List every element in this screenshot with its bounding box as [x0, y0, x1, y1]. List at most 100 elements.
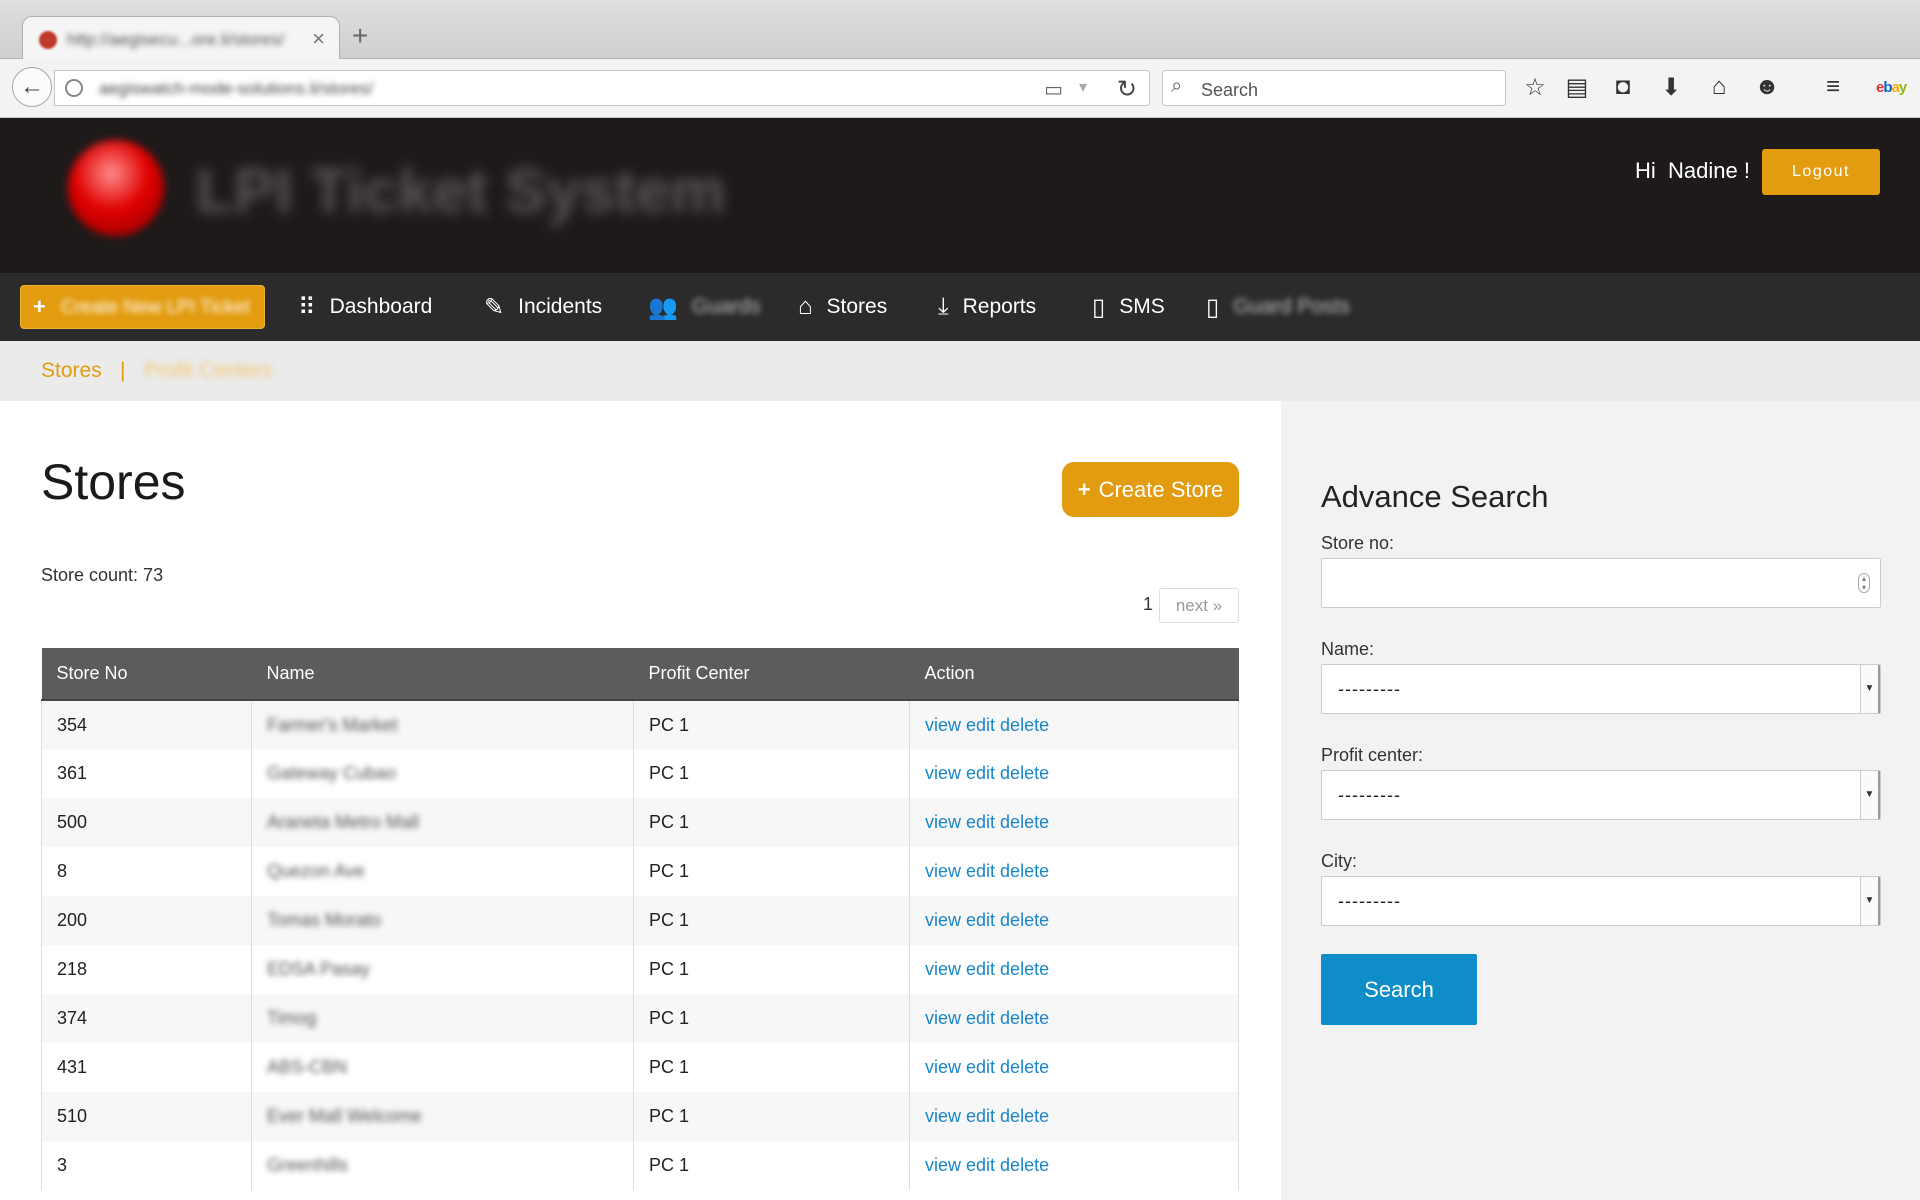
store-no-input[interactable]: ▴ ▾: [1321, 558, 1881, 608]
reader-view-icon[interactable]: ▭: [1044, 77, 1063, 102]
view-link[interactable]: view: [925, 1106, 961, 1126]
menu-item-stores[interactable]: ⌂ Stores: [798, 273, 887, 341]
edit-link[interactable]: edit: [966, 910, 995, 930]
create-store-button[interactable]: + Create Store: [1062, 462, 1239, 517]
browser-search-input[interactable]: ⌕ Search: [1162, 70, 1506, 106]
edit-link[interactable]: edit: [966, 959, 995, 979]
edit-link[interactable]: edit: [966, 1106, 995, 1126]
edit-link[interactable]: edit: [966, 861, 995, 881]
store-no-cell-text: 3: [57, 1155, 68, 1175]
store-no-cell-text: 500: [57, 812, 88, 832]
profit-center-cell: PC 1: [633, 1092, 910, 1141]
store-name-cell-text: EDSA Pasay: [267, 959, 371, 979]
stores-table: Store No Name Profit Center Action 354 Fa…: [41, 648, 1239, 1190]
profit-center-cell: PC 1: [633, 798, 910, 847]
view-link[interactable]: view: [925, 861, 961, 881]
close-tab-icon[interactable]: ×: [312, 26, 325, 52]
menu-item-sms[interactable]: ▯ SMS: [1092, 273, 1165, 341]
delete-link[interactable]: delete: [1000, 812, 1049, 832]
browser-navbar: ← aegiswatch-mode-solutions.li/stores/ ▭…: [0, 59, 1920, 118]
greeting-hi: Hi: [1635, 158, 1656, 183]
menu-item-dashboard[interactable]: ⠿ Dashboard: [298, 273, 432, 341]
table-row: 218 EDSA Pasay PC 1 view edit delete: [41, 945, 1239, 994]
edit-link[interactable]: edit: [966, 715, 995, 735]
chevron-down-icon[interactable]: ▾: [1079, 77, 1087, 97]
store-no-label: Store no:: [1321, 533, 1395, 553]
spinner-icon[interactable]: ▴ ▾: [1858, 573, 1870, 593]
pager-current-page[interactable]: 1: [1143, 594, 1153, 615]
chevron-down-icon: ▼: [1860, 771, 1880, 819]
column-header-name[interactable]: Name: [251, 648, 634, 701]
table-row: 3 Greenhills PC 1 view edit delete: [41, 1141, 1239, 1190]
column-header-store-no[interactable]: Store No: [41, 648, 252, 701]
logout-button[interactable]: Logout: [1762, 149, 1880, 195]
chat-icon[interactable]: ☻: [1752, 73, 1782, 101]
home-icon[interactable]: ⌂: [1704, 73, 1734, 101]
download-icon[interactable]: ⬇: [1656, 73, 1686, 102]
search-button[interactable]: Search: [1321, 954, 1477, 1025]
back-arrow-icon[interactable]: ←: [12, 67, 52, 107]
bookmark-star-icon[interactable]: ☆: [1520, 73, 1550, 102]
reload-icon[interactable]: ↻: [1117, 75, 1137, 104]
column-header-profit-center[interactable]: Profit Center: [633, 648, 910, 701]
store-no-cell-text: 200: [57, 910, 88, 930]
ebay-icon[interactable]: ebay: [1876, 79, 1907, 96]
delete-link[interactable]: delete: [1000, 715, 1049, 735]
edit-link[interactable]: edit: [966, 1155, 995, 1175]
menu-label: Dashboard: [329, 295, 433, 318]
edit-icon: ✎: [484, 293, 505, 321]
new-tab-icon[interactable]: +: [352, 20, 368, 52]
profit-center-cell-text: PC 1: [649, 1155, 690, 1175]
action-cell: view edit delete: [909, 896, 1239, 945]
breadcrumb-profit-centers[interactable]: Profit Centers: [144, 359, 272, 383]
profit-center-cell: PC 1: [633, 994, 910, 1043]
menu-item-reports[interactable]: ⤓ Reports: [938, 273, 1036, 341]
view-link[interactable]: view: [925, 910, 961, 930]
search-placeholder: Search: [1201, 80, 1259, 100]
edit-link[interactable]: edit: [966, 812, 995, 832]
profit-center-select[interactable]: --------- ▼: [1321, 770, 1881, 820]
url-bar[interactable]: aegiswatch-mode-solutions.li/stores/ ▭ ▾…: [54, 70, 1150, 106]
bookmarks-list-icon[interactable]: ▤: [1562, 73, 1592, 102]
favicon-icon: [39, 31, 57, 49]
delete-link[interactable]: delete: [1000, 1008, 1049, 1028]
delete-link[interactable]: delete: [1000, 763, 1049, 783]
menu-item-guard-posts[interactable]: ▯ Guard Posts: [1206, 273, 1350, 341]
edit-link[interactable]: edit: [966, 763, 995, 783]
breadcrumb-stores[interactable]: Stores: [41, 359, 102, 383]
menu-item-guards[interactable]: 👥 Guards: [648, 273, 761, 341]
view-link[interactable]: view: [925, 812, 961, 832]
hamburger-menu-icon[interactable]: ≡: [1818, 73, 1848, 101]
pager-next-button[interactable]: next »: [1159, 588, 1239, 623]
profit-center-cell: PC 1: [633, 847, 910, 896]
action-cell: view edit delete: [909, 1141, 1239, 1190]
logo-text: LPI Ticket System: [196, 157, 726, 226]
edit-link[interactable]: edit: [966, 1057, 995, 1077]
view-link[interactable]: view: [925, 715, 961, 735]
view-link[interactable]: view: [925, 1155, 961, 1175]
view-link[interactable]: view: [925, 1057, 961, 1077]
action-cell: view edit delete: [909, 1043, 1239, 1092]
delete-link[interactable]: delete: [1000, 959, 1049, 979]
pocket-icon[interactable]: ◘: [1608, 73, 1638, 101]
delete-link[interactable]: delete: [1000, 861, 1049, 881]
table-body: 354 Farmer's Market PC 1 view edit delete 361 G…: [41, 700, 1239, 1190]
logo-icon: [68, 140, 164, 236]
create-ticket-button[interactable]: + Create New LPI Ticket: [20, 285, 265, 329]
delete-link[interactable]: delete: [1000, 910, 1049, 930]
delete-link[interactable]: delete: [1000, 1057, 1049, 1077]
view-link[interactable]: view: [925, 959, 961, 979]
view-link[interactable]: view: [925, 763, 961, 783]
menu-item-incidents[interactable]: ✎ Incidents: [484, 273, 602, 341]
edit-link[interactable]: edit: [966, 1008, 995, 1028]
view-link[interactable]: view: [925, 1008, 961, 1028]
name-select[interactable]: --------- ▼: [1321, 664, 1881, 714]
phone-icon: ▯: [1092, 293, 1106, 321]
browser-tab[interactable]: http://aegisecu...ore.li/stores/ ×: [22, 16, 340, 60]
city-select[interactable]: --------- ▼: [1321, 876, 1881, 926]
store-no-cell: 500: [41, 798, 252, 847]
delete-link[interactable]: delete: [1000, 1155, 1049, 1175]
delete-link[interactable]: delete: [1000, 1106, 1049, 1126]
browser-tabstrip: http://aegisecu...ore.li/stores/ × +: [0, 0, 1920, 60]
menu-label: Guards: [691, 295, 761, 318]
